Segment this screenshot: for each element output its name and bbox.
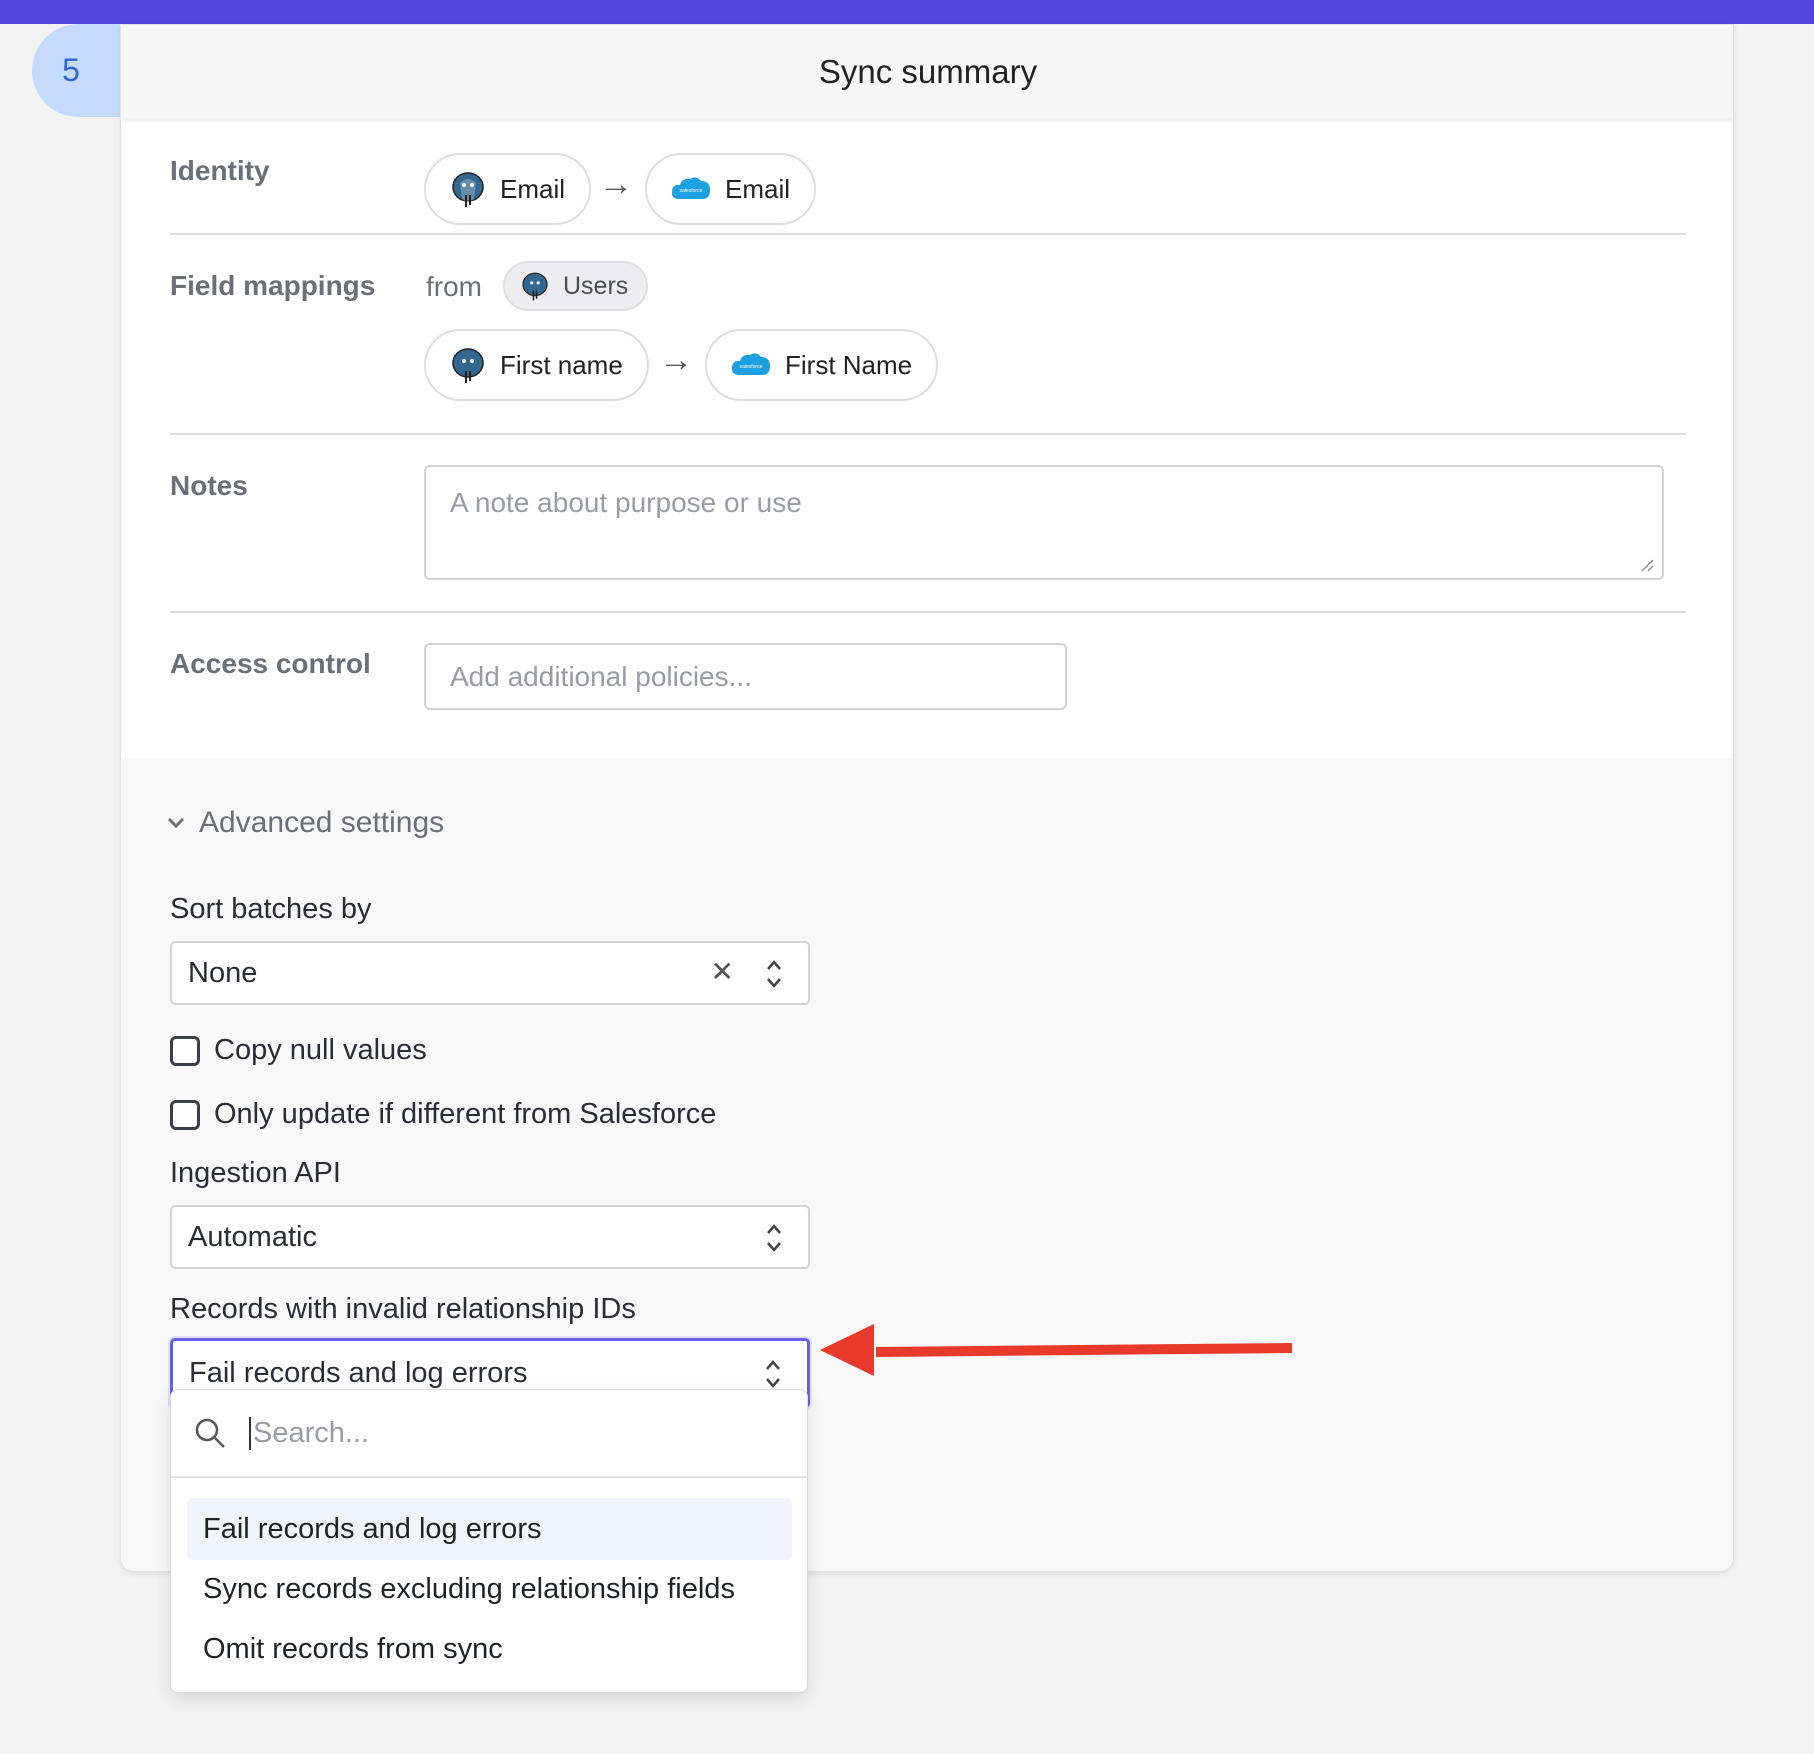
right-arrow-icon: → xyxy=(659,341,693,379)
clear-icon[interactable]: ✕ xyxy=(711,955,734,988)
only-update-if-different-option[interactable]: Only update if different from Salesforce xyxy=(170,1098,716,1131)
invalid-relationship-ids-value: Fail records and log errors xyxy=(189,1356,528,1389)
annotation-arrow-icon xyxy=(820,1324,1292,1376)
notes-label: Notes xyxy=(170,470,248,501)
step-number: 5 xyxy=(62,52,80,88)
dropdown-search[interactable]: Search... xyxy=(171,1390,807,1478)
mapping-destination-pill[interactable]: salesforce First Name xyxy=(705,329,939,401)
divider xyxy=(170,611,1686,613)
page-title: Sync summary xyxy=(818,52,1038,90)
advanced-settings-toggle[interactable]: Advanced settings xyxy=(165,806,444,840)
mapping-destination-field: First Name xyxy=(785,349,913,380)
dropdown-option[interactable]: Fail records and log errors xyxy=(187,1498,792,1560)
invalid-relationship-ids-label: Records with invalid relationship IDs xyxy=(170,1293,636,1325)
identity-label: Identity xyxy=(170,155,270,186)
identity-destination-pill[interactable]: salesforce Email xyxy=(645,153,817,225)
notes-textarea[interactable]: A note about purpose or use xyxy=(424,465,1664,580)
sort-batches-value: None xyxy=(188,956,258,989)
postgres-icon xyxy=(452,172,484,207)
advanced-settings-label: Advanced settings xyxy=(199,806,445,839)
salesforce-logo-text: salesforce xyxy=(680,188,703,194)
postgres-icon xyxy=(452,348,484,383)
source-table-pill[interactable]: Users xyxy=(503,261,649,311)
copy-null-values-checkbox[interactable] xyxy=(170,1035,200,1066)
identity-source-pill[interactable]: Email xyxy=(424,153,592,225)
divider xyxy=(170,233,1686,235)
ingestion-api-label: Ingestion API xyxy=(170,1157,341,1189)
right-arrow-icon: → xyxy=(599,165,633,203)
dropdown-search-input[interactable]: Search... xyxy=(249,1416,369,1450)
ingestion-api-select[interactable]: Automatic xyxy=(170,1205,810,1269)
access-policies-input[interactable]: Add additional policies... xyxy=(424,643,1067,710)
salesforce-logo-text: salesforce xyxy=(740,364,763,370)
select-caret-icon xyxy=(766,1360,780,1388)
access-control-label: Access control xyxy=(170,648,371,679)
postgres-icon xyxy=(522,272,548,301)
resize-handle-icon[interactable] xyxy=(1638,556,1654,572)
copy-null-values-label: Copy null values xyxy=(214,1034,427,1066)
source-table-name: Users xyxy=(563,271,629,300)
ingestion-api-value: Automatic xyxy=(188,1220,317,1253)
salesforce-icon: salesforce xyxy=(671,177,710,199)
card-header: Sync summary xyxy=(121,25,1733,118)
select-caret-icon xyxy=(767,960,781,988)
dropdown-option[interactable]: Sync records excluding relationship fiel… xyxy=(187,1558,792,1620)
from-text: from xyxy=(426,271,482,302)
notes-placeholder: A note about purpose or use xyxy=(450,487,802,518)
step-number-badge: 5 xyxy=(32,24,132,117)
salesforce-icon: salesforce xyxy=(731,353,770,375)
mapping-source-field: First name xyxy=(500,349,623,380)
search-icon xyxy=(195,1418,225,1448)
invalid-relationship-ids-dropdown: Search... Fail records and log errors Sy… xyxy=(170,1389,808,1693)
mapping-source-pill[interactable]: First name xyxy=(424,329,649,401)
select-caret-icon xyxy=(767,1224,781,1252)
divider xyxy=(170,433,1686,435)
sort-batches-select[interactable]: None ✕ xyxy=(170,941,810,1005)
chevron-down-icon xyxy=(167,817,185,829)
identity-source-field: Email xyxy=(500,173,566,204)
identity-destination-field: Email xyxy=(725,173,791,204)
only-update-if-different-checkbox[interactable] xyxy=(170,1099,200,1130)
top-accent-bar xyxy=(0,0,1814,24)
access-policies-placeholder: Add additional policies... xyxy=(450,660,752,692)
sort-batches-label: Sort batches by xyxy=(170,893,372,925)
only-update-if-different-label: Only update if different from Salesforce xyxy=(214,1098,717,1130)
field-mappings-label: Field mappings xyxy=(170,270,376,301)
copy-null-values-option[interactable]: Copy null values xyxy=(170,1034,427,1067)
dropdown-option[interactable]: Omit records from sync xyxy=(187,1618,792,1680)
